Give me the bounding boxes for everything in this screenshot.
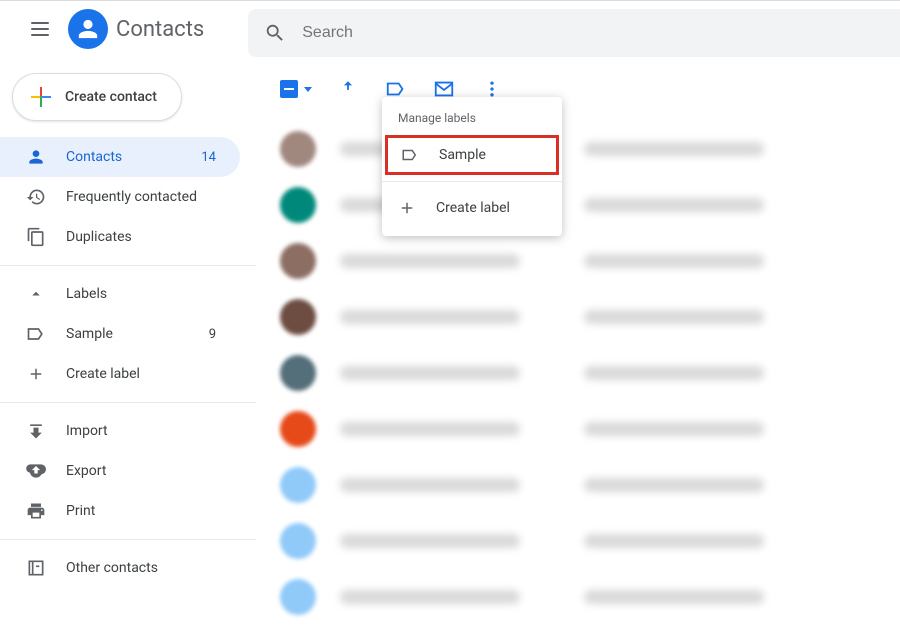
export-label: Export: [66, 463, 216, 479]
contact-name-blurred: [340, 310, 520, 324]
divider: [0, 265, 256, 266]
create-label-text: Create label: [66, 366, 216, 382]
contact-email-blurred: [584, 590, 764, 604]
main-content: Manage labels Sample Create label: [256, 57, 900, 625]
contact-email-blurred: [584, 254, 764, 268]
contacts-logo-icon: [68, 9, 108, 49]
popup-create-label-text: Create label: [436, 200, 510, 216]
sidebar-label-sample[interactable]: Sample 9: [0, 314, 240, 354]
search-bar[interactable]: [248, 9, 900, 57]
contact-email-blurred: [584, 366, 764, 380]
export-icon: [24, 461, 48, 481]
plus-icon: [398, 199, 418, 217]
contact-name-blurred: [340, 478, 520, 492]
contact-avatar: [280, 579, 316, 615]
contact-name-blurred: [340, 590, 520, 604]
contact-avatar: [280, 467, 316, 503]
contact-avatar: [280, 411, 316, 447]
search-input[interactable]: [302, 24, 884, 42]
label-icon: [401, 146, 421, 164]
print-label: Print: [66, 503, 216, 519]
divider: [382, 181, 562, 182]
contact-email-blurred: [584, 534, 764, 548]
label-icon: [24, 324, 48, 344]
contact-email-blurred: [584, 422, 764, 436]
selection-toolbar: [256, 65, 900, 113]
sidebar-item-label: Frequently contacted: [66, 189, 216, 205]
create-contact-button[interactable]: Create contact: [12, 73, 182, 121]
sidebar-import[interactable]: Import: [0, 411, 240, 451]
merge-icon: [337, 78, 359, 100]
contact-name-blurred: [340, 422, 520, 436]
sidebar-item-label: Duplicates: [66, 229, 216, 245]
contact-email-blurred: [584, 142, 764, 156]
print-icon: [24, 501, 48, 521]
contact-row[interactable]: [280, 345, 900, 401]
sidebar-item-label: Contacts: [66, 149, 201, 165]
popup-create-label[interactable]: Create label: [382, 188, 562, 228]
sidebar-item-duplicates[interactable]: Duplicates: [0, 217, 240, 257]
app-logo[interactable]: Contacts: [68, 9, 204, 49]
contact-avatar: [280, 243, 316, 279]
contact-avatar: [280, 355, 316, 391]
contact-row[interactable]: [280, 233, 900, 289]
chevron-up-icon: [24, 285, 48, 303]
contact-row[interactable]: [280, 457, 900, 513]
sidebar-other-contacts[interactable]: Other contacts: [0, 548, 240, 588]
app-title: Contacts: [116, 17, 204, 42]
manage-labels-popup: Manage labels Sample Create label: [382, 97, 562, 236]
create-plus-icon: [29, 85, 53, 109]
duplicates-icon: [24, 227, 48, 247]
main-menu-button[interactable]: [16, 5, 64, 53]
history-icon: [24, 187, 48, 207]
import-icon: [24, 421, 48, 441]
sidebar-label-count: 9: [209, 327, 216, 342]
contact-row[interactable]: [280, 401, 900, 457]
sidebar-item-frequent[interactable]: Frequently contacted: [0, 177, 240, 217]
divider: [0, 402, 256, 403]
contact-row[interactable]: [280, 177, 900, 233]
popup-item-label: Sample: [439, 147, 486, 163]
contact-name-blurred: [340, 534, 520, 548]
sidebar-print[interactable]: Print: [0, 491, 240, 531]
other-contacts-label: Other contacts: [66, 560, 216, 576]
contact-avatar: [280, 187, 316, 223]
contact-name-blurred: [340, 254, 520, 268]
sidebar-item-count: 14: [201, 150, 216, 165]
create-contact-label: Create contact: [65, 89, 157, 105]
merge-button[interactable]: [336, 77, 360, 101]
select-all-dropdown[interactable]: [280, 80, 312, 98]
import-label: Import: [66, 423, 216, 439]
contact-row[interactable]: [280, 569, 900, 625]
person-icon: [24, 147, 48, 167]
sidebar: Create contact Contacts 14 Frequently co…: [0, 57, 256, 625]
contact-list: [256, 113, 900, 625]
archive-icon: [24, 558, 48, 578]
contact-email-blurred: [584, 478, 764, 492]
contact-avatar: [280, 523, 316, 559]
popup-header: Manage labels: [382, 105, 562, 135]
sidebar-create-label[interactable]: Create label: [0, 354, 240, 394]
contact-avatar: [280, 299, 316, 335]
contact-row[interactable]: [280, 121, 900, 177]
contact-avatar: [280, 131, 316, 167]
sidebar-item-contacts[interactable]: Contacts 14: [0, 137, 240, 177]
contact-email-blurred: [584, 198, 764, 212]
contact-row[interactable]: [280, 513, 900, 569]
checkbox-indeterminate-icon: [280, 80, 298, 98]
plus-icon: [24, 365, 48, 383]
contact-email-blurred: [584, 310, 764, 324]
sidebar-labels-header[interactable]: Labels: [0, 274, 240, 314]
labels-header-label: Labels: [66, 286, 216, 302]
divider: [0, 539, 256, 540]
contact-row[interactable]: [280, 289, 900, 345]
more-vert-icon: [482, 79, 502, 99]
sidebar-label-text: Sample: [66, 326, 209, 342]
popup-label-sample[interactable]: Sample: [385, 135, 559, 175]
dropdown-arrow-icon: [304, 87, 312, 92]
contact-name-blurred: [340, 366, 520, 380]
sidebar-export[interactable]: Export: [0, 451, 240, 491]
hamburger-icon: [31, 22, 49, 36]
search-icon: [264, 22, 286, 44]
